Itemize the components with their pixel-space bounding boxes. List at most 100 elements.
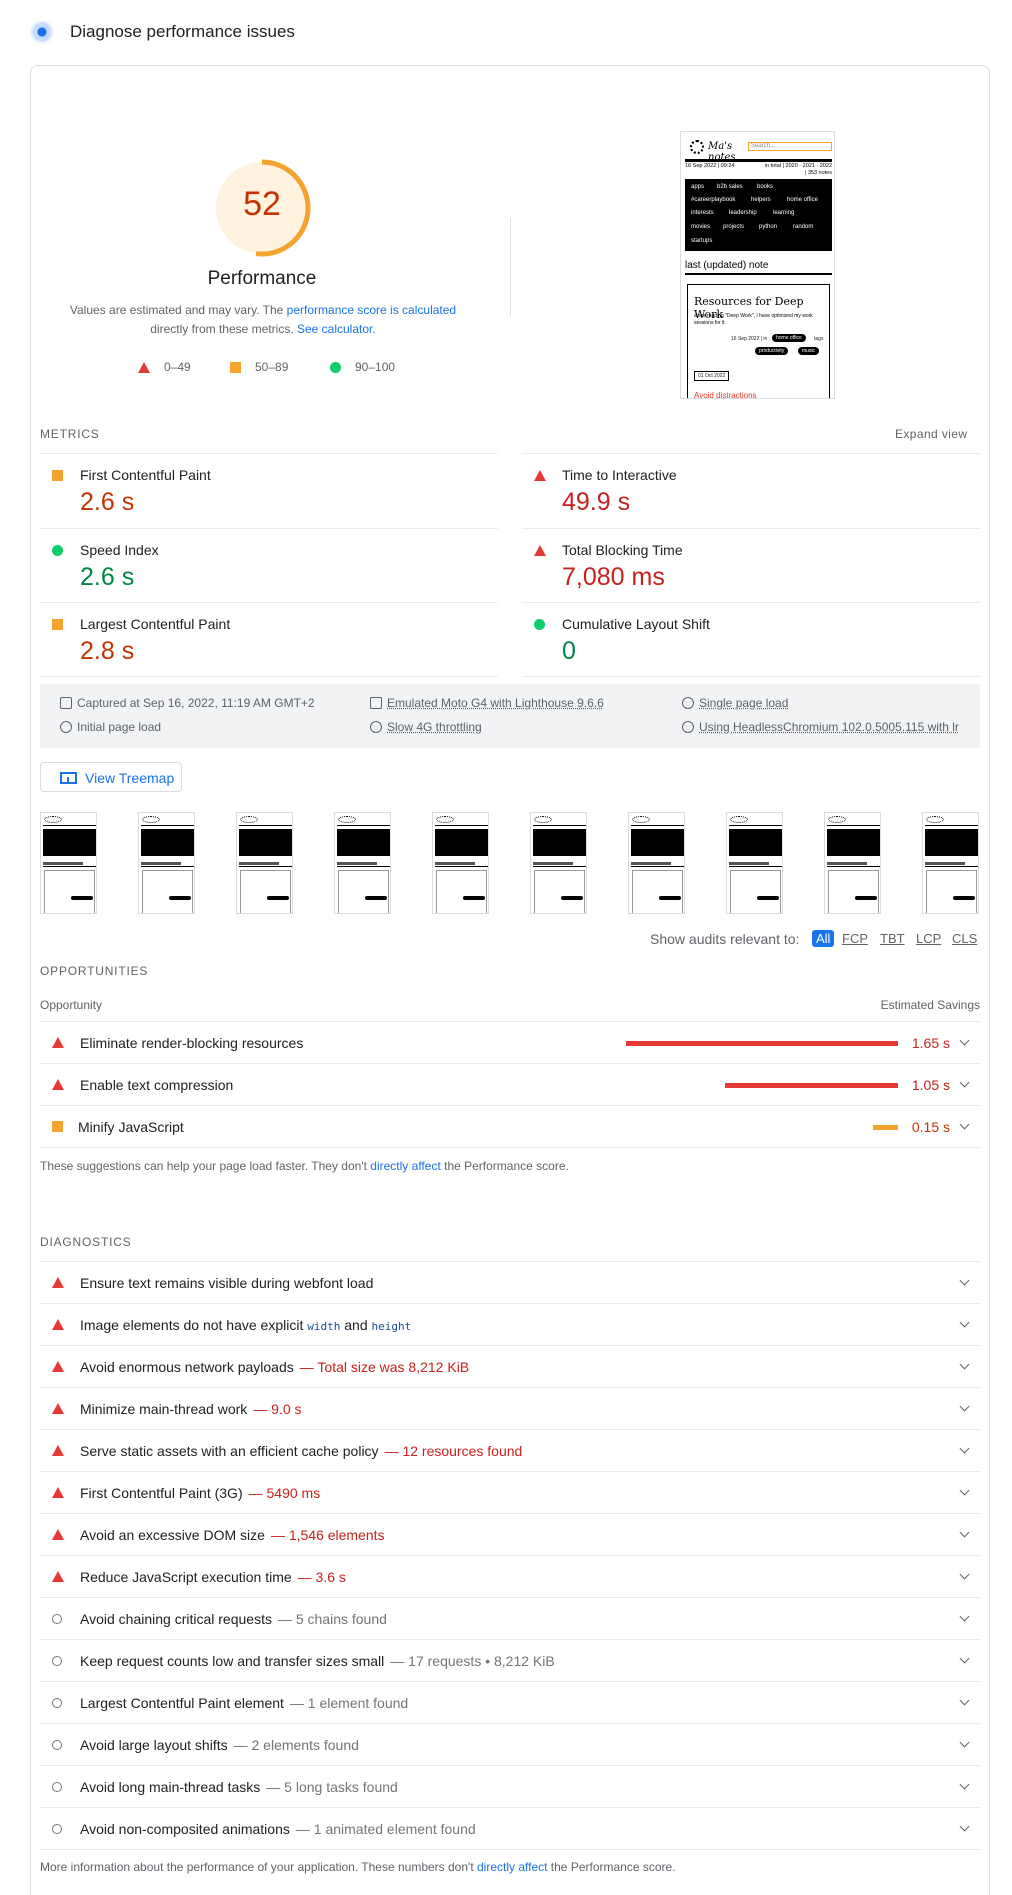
calendar-icon: [60, 697, 72, 709]
directly-affect-link[interactable]: directly affect: [477, 1860, 547, 1874]
filter-chip-lcp[interactable]: LCP: [916, 931, 941, 946]
opportunities-title: OPPORTUNITIES: [40, 964, 149, 978]
score-calculated-link[interactable]: performance score is calculated: [287, 303, 456, 317]
flower-icon: [690, 140, 704, 154]
filter-chip-fcp[interactable]: FCP: [842, 931, 868, 946]
nav-item: startups: [691, 238, 713, 244]
diagnostic-name: First Contentful Paint (3G) — 5490 ms: [80, 1485, 320, 1501]
opportunity-name: Minify JavaScript: [78, 1119, 184, 1135]
description-text: Values are estimated and may vary. The: [69, 303, 287, 317]
chevron-down-icon[interactable]: [959, 1485, 970, 1496]
diagnostic-row[interactable]: Largest Contentful Paint element — 1 elem…: [40, 1682, 980, 1724]
rule: [685, 273, 832, 275]
legend-fail-label: 0–49: [164, 360, 191, 374]
chevron-down-icon[interactable]: [959, 1119, 970, 1130]
circle-outline-icon: [52, 1740, 62, 1750]
diagnostic-title: Image elements do not have explicit: [80, 1317, 304, 1333]
chevron-down-icon[interactable]: [959, 1275, 970, 1286]
directly-affect-link[interactable]: directly affect: [370, 1159, 440, 1173]
diagnostic-row[interactable]: Avoid non-composited animations — 1 anima…: [40, 1808, 980, 1850]
diagnostic-row[interactable]: Serve static assets with an efficient ca…: [40, 1430, 980, 1472]
opportunity-minify-js[interactable]: Minify JavaScript 0.15 s: [40, 1106, 980, 1148]
nav-item: helpers: [751, 197, 771, 203]
browser-info[interactable]: Using HeadlessChromium 102.0.5005.115 wi…: [682, 720, 972, 734]
circle-outline-icon: [52, 1824, 62, 1834]
load-info[interactable]: Single page load: [682, 696, 788, 710]
divider: [40, 528, 498, 529]
metric-speed-index: Speed Index 2.6 s: [40, 530, 480, 604]
chevron-down-icon[interactable]: [959, 1359, 970, 1370]
filmstrip-frame: [922, 812, 979, 914]
throttling-info[interactable]: Slow 4G throttling: [370, 720, 482, 734]
triangle-icon: [138, 361, 150, 373]
article-next-title: Avoid distractions: [694, 391, 757, 399]
chevron-down-icon[interactable]: [959, 1443, 970, 1454]
diagnostic-row[interactable]: Avoid chaining critical requests — 5 chai…: [40, 1598, 980, 1640]
diagnostic-row[interactable]: Keep request counts low and transfer siz…: [40, 1640, 980, 1682]
view-treemap-button[interactable]: View Treemap: [40, 762, 182, 792]
diagnostic-row[interactable]: Minimize main-thread work — 9.0 s: [40, 1388, 980, 1430]
runtime-info: Captured at Sep 16, 2022, 11:19 AM GMT+2…: [40, 684, 980, 748]
divider: [40, 1147, 980, 1148]
diagnostic-title: Ensure text remains visible during webfo…: [80, 1275, 374, 1291]
filmstrip-frame: [726, 812, 783, 914]
opportunity-text-compression[interactable]: Enable text compression 1.05 s: [40, 1064, 980, 1106]
diagnostic-title: Avoid large layout shifts: [80, 1737, 228, 1753]
divider: [522, 453, 980, 454]
filter-chip-cls[interactable]: CLS: [952, 931, 977, 946]
diagnostic-row[interactable]: Image elements do not have explicit widt…: [40, 1304, 980, 1346]
note-text-2: the Performance score.: [547, 1860, 676, 1874]
see-calculator-link[interactable]: See calculator.: [297, 322, 376, 336]
diagnostic-value: — 5 chains found: [277, 1611, 387, 1627]
diagnostic-row[interactable]: First Contentful Paint (3G) — 5490 ms: [40, 1472, 980, 1514]
square-icon: [52, 470, 63, 481]
chevron-down-icon[interactable]: [959, 1401, 970, 1412]
chevron-down-icon[interactable]: [959, 1035, 970, 1046]
chevron-down-icon[interactable]: [959, 1695, 970, 1706]
device-info[interactable]: Emulated Moto G4 with Lighthouse 9.6.6: [370, 696, 604, 710]
divider: [40, 676, 498, 677]
device-text: Emulated Moto G4 with Lighthouse 9.6.6: [387, 696, 604, 710]
diagnostic-row[interactable]: Ensure text remains visible during webfo…: [40, 1262, 980, 1304]
chevron-down-icon[interactable]: [959, 1779, 970, 1790]
filter-chip-all[interactable]: All: [812, 930, 835, 947]
diagnostic-row[interactable]: Avoid enormous network payloads — Total s…: [40, 1346, 980, 1388]
opportunity-render-blocking[interactable]: Eliminate render-blocking resources 1.65…: [40, 1022, 980, 1064]
diagnostic-title: Avoid an excessive DOM size: [80, 1527, 265, 1543]
chevron-down-icon[interactable]: [959, 1821, 970, 1832]
metric-name: Time to Interactive: [562, 467, 677, 483]
timer-icon: [60, 721, 72, 733]
chevron-down-icon[interactable]: [959, 1653, 970, 1664]
chevron-down-icon[interactable]: [959, 1317, 970, 1328]
triangle-icon: [52, 1529, 64, 1540]
diagnostic-row[interactable]: Avoid large layout shifts — 2 elements fo…: [40, 1724, 980, 1766]
diagnostic-value: — 1,546 elements: [270, 1527, 385, 1543]
site-archive: in total | 2020 · 2021 · 2022 | 353 notes: [765, 163, 832, 177]
diagnostic-row[interactable]: Avoid an excessive DOM size — 1,546 eleme…: [40, 1514, 980, 1556]
code-height: height: [371, 1320, 412, 1333]
wifi-icon: [370, 721, 382, 733]
savings-column-header: Estimated Savings: [880, 998, 980, 1012]
chevron-down-icon[interactable]: [959, 1737, 970, 1748]
final-screenshot[interactable]: Ma's notes Search... 16 Sep 2022 | 09:24…: [680, 131, 835, 399]
circle-outline-icon: [52, 1656, 62, 1666]
chevron-down-icon[interactable]: [959, 1611, 970, 1622]
filmstrip-frame: [530, 812, 587, 914]
nav-item: python: [759, 224, 778, 230]
article-tag: home office: [772, 334, 806, 342]
expand-view-button[interactable]: Expand view: [895, 427, 967, 441]
treemap-icon: [60, 772, 77, 784]
devices-icon: [370, 697, 382, 709]
code-width: width: [307, 1320, 341, 1333]
divider: [522, 602, 980, 603]
diagnostic-row[interactable]: Avoid long main-thread tasks — 5 long tas…: [40, 1766, 980, 1808]
metric-name: Speed Index: [80, 542, 159, 558]
diagnostic-row[interactable]: Reduce JavaScript execution time — 3.6 s: [40, 1556, 980, 1598]
chevron-down-icon[interactable]: [959, 1077, 970, 1088]
load-text: Single page load: [699, 696, 789, 710]
filmstrip-frame: [236, 812, 293, 914]
chevron-down-icon[interactable]: [959, 1527, 970, 1538]
chevron-down-icon[interactable]: [959, 1569, 970, 1580]
filter-chip-tbt[interactable]: TBT: [880, 931, 905, 946]
note-text-2: the Performance score.: [440, 1159, 569, 1173]
